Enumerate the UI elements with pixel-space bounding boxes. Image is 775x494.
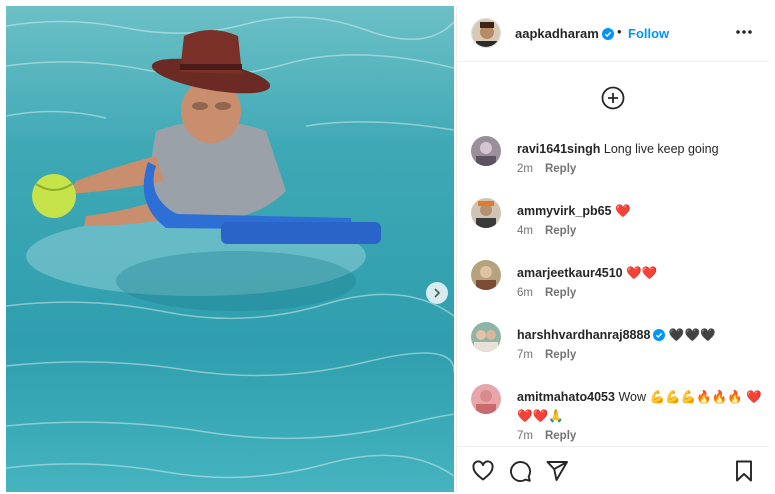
- comment-text: amitmahato4053 Wow 💪💪💪🔥🔥🔥 ❤️❤️❤️🙏: [517, 388, 762, 426]
- comment-text: ravi1641singh Long live keep going: [517, 140, 762, 159]
- comment-item: ammyvirk_pb65 ❤️ 4m Reply: [471, 198, 761, 248]
- comment-time: 6m: [517, 287, 533, 299]
- post-actions-bar: [457, 446, 769, 492]
- comment-time: 7m: [517, 349, 533, 361]
- commenter-avatar[interactable]: [471, 260, 501, 290]
- reply-button[interactable]: Reply: [545, 349, 576, 361]
- commenter-avatar[interactable]: [471, 198, 501, 228]
- comment-username[interactable]: ravi1641singh: [517, 142, 600, 156]
- comment-username[interactable]: ammyvirk_pb65: [517, 204, 612, 218]
- comment-item: ravi1641singh Long live keep going 2m Rep…: [471, 136, 761, 186]
- comment-text: amarjeetkaur4510 ❤️❤️: [517, 264, 762, 283]
- commenter-avatar[interactable]: [471, 384, 501, 414]
- reply-button[interactable]: Reply: [545, 225, 576, 237]
- author-username-text[interactable]: aapkadharam: [515, 26, 599, 41]
- comment-item: amitmahato4053 Wow 💪💪💪🔥🔥🔥 ❤️❤️❤️🙏 7m Repl…: [471, 384, 762, 444]
- comment-meta: 7m Reply: [517, 430, 576, 442]
- post-header: aapkadharam • Follow: [457, 6, 769, 62]
- comment-body: 🖤🖤🖤: [668, 328, 716, 342]
- comment-time: 2m: [517, 163, 533, 175]
- author-avatar[interactable]: [471, 18, 501, 48]
- comment-username[interactable]: harshhvardhanraj8888: [517, 328, 650, 342]
- commenter-avatar[interactable]: [471, 136, 501, 166]
- share-icon[interactable]: [545, 459, 569, 483]
- chevron-right-icon: [434, 288, 441, 298]
- comment-meta: 6m Reply: [517, 287, 576, 299]
- comment-item: harshhvardhanraj8888 🖤🖤🖤 7m Reply: [471, 322, 761, 372]
- comment-meta: 2m Reply: [517, 163, 576, 175]
- author-username[interactable]: aapkadharam: [515, 26, 614, 41]
- comment-text: ammyvirk_pb65 ❤️: [517, 202, 762, 221]
- pool-photo: [6, 6, 454, 492]
- post-side-panel: aapkadharam • Follow ravi1641singh Long …: [456, 6, 769, 492]
- comment-body: ❤️: [615, 204, 631, 218]
- comment-meta: 4m Reply: [517, 225, 576, 237]
- reply-button[interactable]: Reply: [545, 287, 576, 299]
- reply-button[interactable]: Reply: [545, 163, 576, 175]
- heart-icon[interactable]: [471, 459, 495, 483]
- separator-dot: •: [617, 24, 622, 39]
- comment-icon[interactable]: [508, 459, 532, 483]
- add-circle-icon[interactable]: [601, 86, 625, 110]
- follow-button[interactable]: Follow: [628, 26, 669, 41]
- instagram-post-window: aapkadharam • Follow ravi1641singh Long …: [0, 0, 775, 494]
- more-options-icon[interactable]: [734, 24, 754, 40]
- next-media-button[interactable]: [426, 282, 448, 304]
- bookmark-icon[interactable]: [732, 459, 756, 483]
- commenter-avatar[interactable]: [471, 322, 501, 352]
- comment-item: amarjeetkaur4510 ❤️❤️ 6m Reply: [471, 260, 761, 310]
- comment-meta: 7m Reply: [517, 349, 576, 361]
- comment-text: harshhvardhanraj8888 🖤🖤🖤: [517, 326, 762, 345]
- comment-time: 4m: [517, 225, 533, 237]
- post-media[interactable]: [6, 6, 454, 492]
- comment-username[interactable]: amarjeetkaur4510: [517, 266, 623, 280]
- reply-button[interactable]: Reply: [545, 430, 576, 442]
- comment-username[interactable]: amitmahato4053: [517, 390, 615, 404]
- comment-body: ❤️❤️: [626, 266, 658, 280]
- comment-body: Long live keep going: [603, 142, 719, 156]
- comment-time: 7m: [517, 430, 533, 442]
- verified-badge-icon: [601, 28, 614, 40]
- verified-badge-icon: [653, 329, 666, 341]
